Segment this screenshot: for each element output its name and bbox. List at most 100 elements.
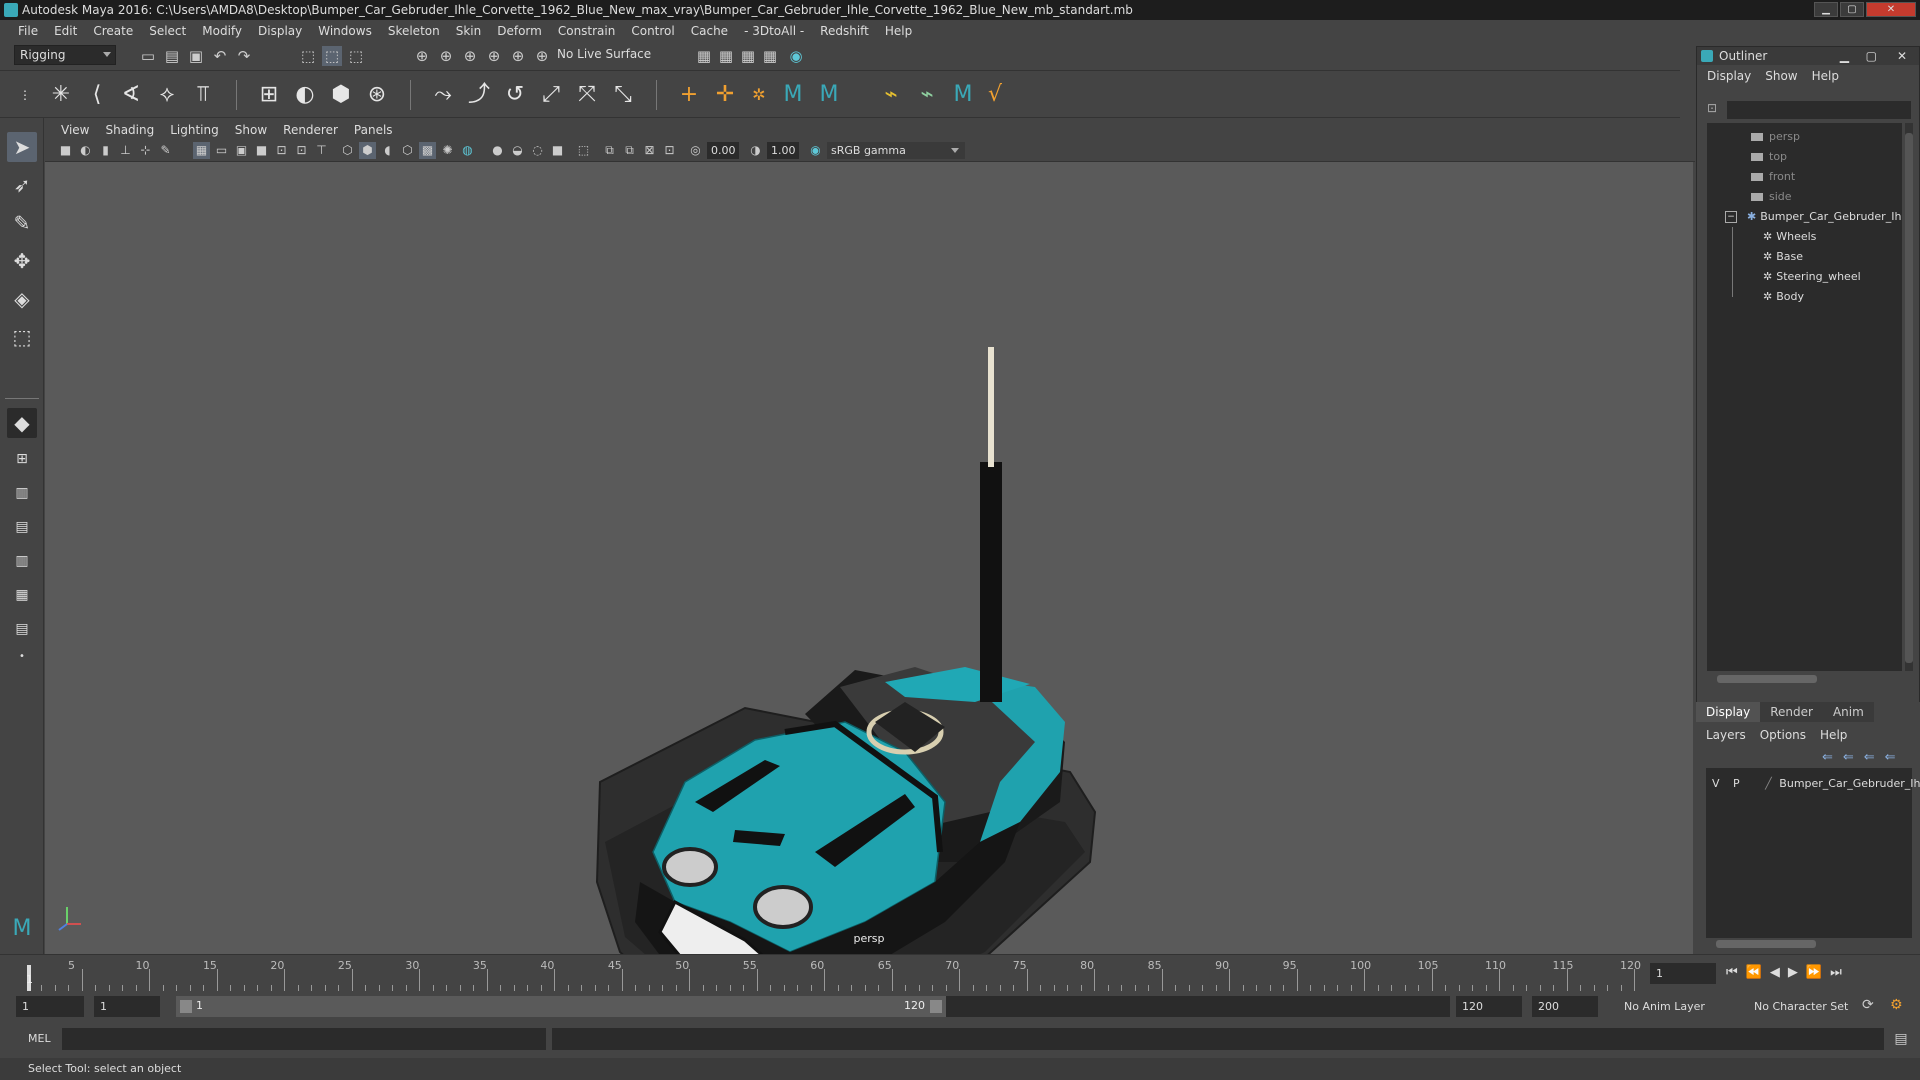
snap-curve-icon[interactable]: ⊕ <box>436 46 456 66</box>
persp-outliner-layout-icon[interactable]: ▥ <box>7 478 37 508</box>
new-scene-icon[interactable]: ▭ <box>138 46 158 66</box>
outliner-maximize-icon[interactable]: ▢ <box>1866 47 1877 65</box>
2d-pan-icon[interactable]: ⊹ <box>137 142 154 159</box>
outliner-search-input[interactable] <box>1727 101 1911 119</box>
outliner-menu-show[interactable]: Show <box>1765 69 1797 83</box>
layer-action-icons[interactable]: ⇐⇐⇐⇐ <box>1822 750 1906 765</box>
layout-more-icon[interactable]: • <box>7 642 37 672</box>
time-slider[interactable]: 5 10 15 20 25 30 35 40 45 50 55 60 65 70 75 80 85 90 95 100… <box>0 954 1920 994</box>
menu-select[interactable]: Select <box>141 24 194 38</box>
field-chart-icon[interactable]: ⊡ <box>273 142 290 159</box>
script-a-icon[interactable]: M <box>778 80 808 110</box>
anim-prefs-icon[interactable]: ⚙ <box>1890 997 1903 1013</box>
script-editor-icon[interactable]: ▤ <box>1892 1030 1910 1048</box>
script-b-icon[interactable]: M <box>814 80 844 110</box>
script-language-label[interactable]: MEL <box>28 1032 51 1045</box>
character-set-dropdown[interactable]: No Character Set <box>1748 996 1868 1017</box>
script-d-icon[interactable]: ⌁ <box>912 80 942 110</box>
outliner-item-top[interactable]: top <box>1751 147 1787 166</box>
parent-constraint-icon[interactable]: ⤳ <box>428 80 458 110</box>
make-live-icon[interactable]: ⊕ <box>532 46 552 66</box>
end-time-field[interactable]: 200 <box>1532 996 1598 1017</box>
outliner-item-steering-wheel[interactable]: ✲ Steering_wheel <box>1763 267 1861 286</box>
menu-deform[interactable]: Deform <box>489 24 550 38</box>
layer-playback-toggle[interactable]: P <box>1733 777 1740 790</box>
gamma-field[interactable]: 1.00 <box>767 142 799 159</box>
scale-constraint-icon[interactable]: ⤢ <box>536 80 566 110</box>
select-object-icon[interactable]: ⬚ <box>322 46 342 66</box>
pole-vector-icon[interactable]: ⤡ <box>608 80 638 110</box>
exposure-icon[interactable]: ◎ <box>687 142 704 159</box>
range-end-handle[interactable] <box>930 1000 942 1013</box>
exposure-field[interactable]: 0.00 <box>707 142 739 159</box>
snap-point-icon[interactable]: ⊕ <box>460 46 480 66</box>
playback-start-field[interactable]: 1 <box>94 996 160 1017</box>
resolution-gate-icon[interactable]: ▣ <box>233 142 250 159</box>
script-f-icon[interactable]: √ <box>980 80 1010 110</box>
open-scene-icon[interactable]: ▤ <box>162 46 182 66</box>
grid-toggle-icon[interactable]: ▦ <box>193 142 210 159</box>
menu-skin[interactable]: Skin <box>448 24 490 38</box>
snap-grid-icon[interactable]: ⊕ <box>412 46 432 66</box>
gate-mask-icon[interactable]: ■ <box>253 142 270 159</box>
menu-set-dropdown[interactable]: Rigging <box>14 45 116 65</box>
menu-modify[interactable]: Modify <box>194 24 250 38</box>
start-time-field[interactable]: 1 <box>16 996 84 1017</box>
safe-title-icon[interactable]: ⊤ <box>313 142 330 159</box>
close-button[interactable]: ✕ <box>1866 2 1916 17</box>
rotate-tool-icon[interactable]: ◈ <box>7 284 37 314</box>
undo-icon[interactable]: ↶ <box>210 46 230 66</box>
xray-joints-icon[interactable]: ⧉ <box>621 142 638 159</box>
collapse-icon[interactable]: − <box>1725 211 1737 223</box>
camera-select-icon[interactable]: ■ <box>57 142 74 159</box>
outliner-scroll-thumb[interactable] <box>1905 133 1913 663</box>
select-tool-icon[interactable]: ➤ <box>7 132 37 162</box>
default-material-icon[interactable]: ◖ <box>379 142 396 159</box>
menu-create[interactable]: Create <box>85 24 141 38</box>
outliner-item-base[interactable]: ✲ Base <box>1763 247 1803 266</box>
snap-view-plane-icon[interactable]: ⊕ <box>484 46 504 66</box>
single-perspective-layout-icon[interactable]: ◆ <box>7 408 37 438</box>
select-hierarchy-icon[interactable]: ⬚ <box>298 46 318 66</box>
bookmark-icon[interactable]: ▮ <box>97 142 114 159</box>
outliner-item-front[interactable]: front <box>1751 167 1795 186</box>
persp-graph-layout-icon[interactable]: ▤ <box>7 512 37 542</box>
ik-spline-icon[interactable]: ∢ <box>116 80 146 110</box>
wireframe-icon[interactable]: ⬡ <box>339 142 356 159</box>
menu-redshift[interactable]: Redshift <box>812 24 877 38</box>
menu-3dtoall[interactable]: - 3DtoAll - <box>736 24 812 38</box>
menu-constrain[interactable]: Constrain <box>550 24 624 38</box>
range-slider[interactable]: 1 120 <box>176 996 946 1017</box>
anim-layer-dropdown[interactable]: No Anim Layer <box>1618 996 1742 1017</box>
outliner-vertical-scrollbar[interactable] <box>1905 123 1913 671</box>
outliner-menu-display[interactable]: Display <box>1707 69 1751 83</box>
outliner-item-side[interactable]: side <box>1751 187 1792 206</box>
panel-menu-panels[interactable]: Panels <box>346 123 401 137</box>
outliner-horizontal-scrollbar[interactable] <box>1717 675 1817 683</box>
range-start-handle[interactable] <box>180 1000 192 1013</box>
color-management-icon[interactable]: ◉ <box>807 142 824 159</box>
script-e-icon[interactable]: M <box>948 80 978 110</box>
command-input[interactable] <box>62 1028 546 1050</box>
outliner-item-wheels[interactable]: ✲ Wheels <box>1763 227 1816 246</box>
layer-row[interactable]: V P ╱ Bumper_Car_Gebruder_Ih <box>1712 774 1920 793</box>
outliner-layout-icon[interactable]: ▤ <box>7 614 37 644</box>
layer-menu-layers[interactable]: Layers <box>1706 728 1746 742</box>
maximize-button[interactable]: ▢ <box>1840 2 1864 17</box>
panel-menu-lighting[interactable]: Lighting <box>162 123 227 137</box>
render-frame-icon[interactable]: ▦ <box>716 46 736 66</box>
image-plane-icon[interactable]: ⊥ <box>117 142 134 159</box>
redo-icon[interactable]: ↷ <box>234 46 254 66</box>
joint-tool-icon[interactable]: ✳ <box>46 80 76 110</box>
outliner-close-icon[interactable]: ✕ <box>1897 47 1907 65</box>
wireframe-on-shaded-icon[interactable]: ⬡ <box>399 142 416 159</box>
current-time-field[interactable]: 1 <box>1650 963 1716 984</box>
tab-anim[interactable]: Anim <box>1822 702 1874 722</box>
ipr-render-icon[interactable]: ▦ <box>738 46 758 66</box>
xray-components-icon[interactable]: ⊠ <box>641 142 658 159</box>
depth-of-field-icon[interactable]: ■ <box>549 142 566 159</box>
mirror-joint-icon[interactable]: ⫪ <box>188 80 218 110</box>
screen-space-ao-icon[interactable]: ● <box>489 142 506 159</box>
tab-render[interactable]: Render <box>1760 702 1823 722</box>
smooth-bind-icon[interactable]: ⊞ <box>254 80 284 110</box>
